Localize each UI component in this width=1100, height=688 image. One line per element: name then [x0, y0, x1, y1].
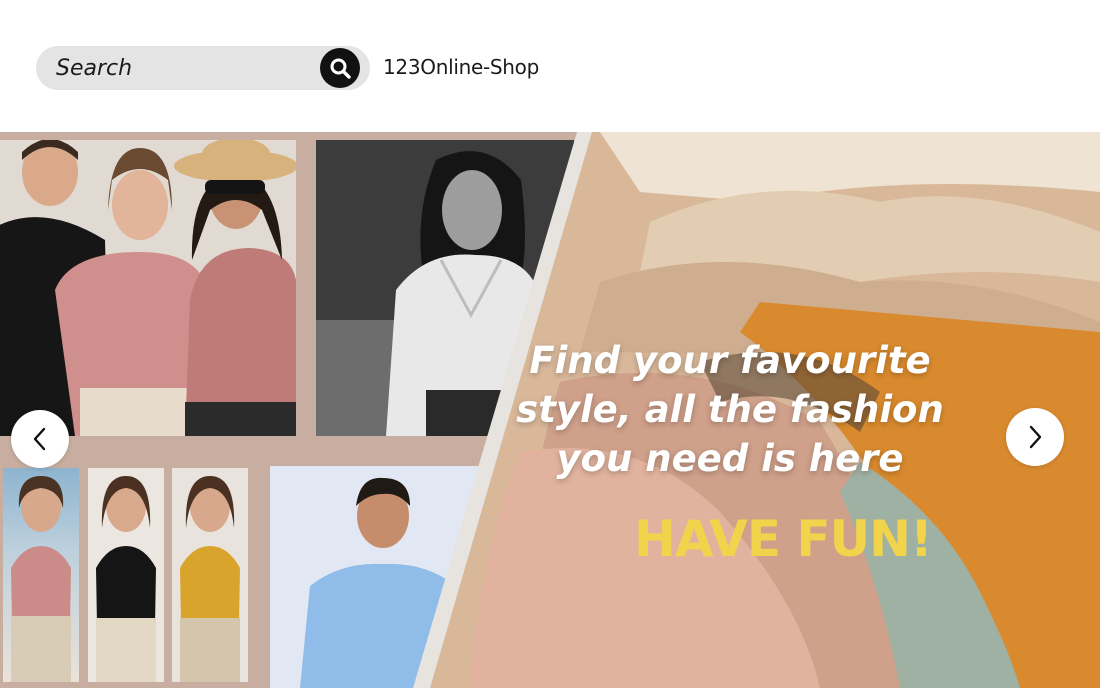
model-yellow-tank-photo: [172, 468, 248, 682]
hero-banner: Find your favourite style, all the fashi…: [0, 132, 1100, 688]
shop-name[interactable]: 123Online-Shop: [383, 55, 539, 79]
chevron-right-icon: [1029, 425, 1042, 449]
headline-line: style, all the fashion: [516, 388, 944, 431]
model-pink-tank-photo: [3, 468, 79, 682]
headline-line: you need is here: [556, 437, 904, 480]
search-bar: [36, 46, 370, 90]
search-icon: [330, 58, 351, 79]
chevron-left-icon: [33, 427, 46, 451]
carousel-prev-button[interactable]: [11, 410, 69, 468]
headline-line: Find your favourite: [529, 339, 931, 382]
search-button[interactable]: [320, 48, 360, 88]
site-header: 123Online-Shop: [0, 0, 1100, 132]
carousel-next-button[interactable]: [1006, 408, 1064, 466]
group-models-photo: [0, 140, 296, 436]
model-black-tank-photo: [88, 468, 164, 682]
banner-headline: Find your favourite style, all the fashi…: [510, 336, 950, 483]
search-input[interactable]: [56, 52, 326, 84]
banner-cta-text: HAVE FUN!: [634, 510, 933, 568]
